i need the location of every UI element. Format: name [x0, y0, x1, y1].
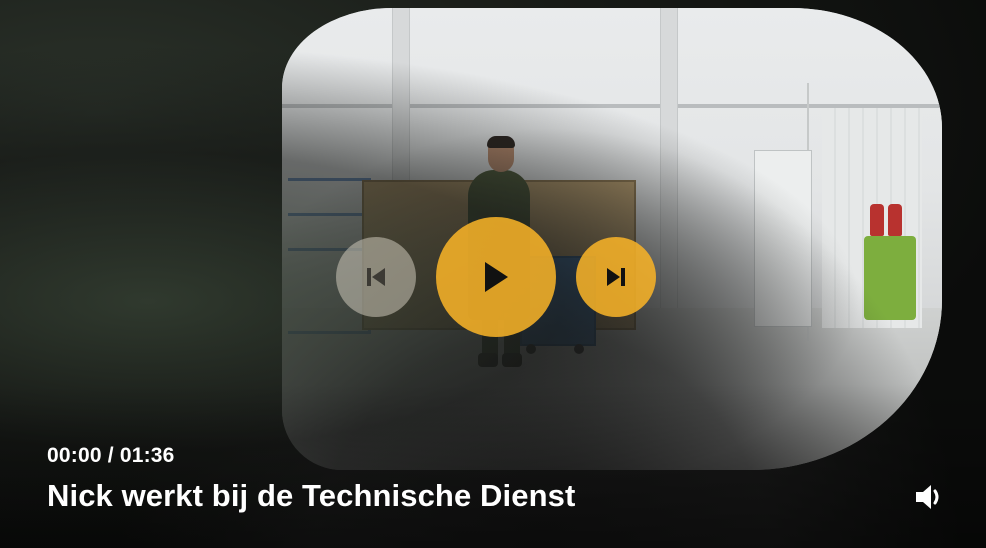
playback-time: 00:00 / 01:36 — [47, 444, 175, 468]
time-separator: / — [101, 444, 120, 467]
volume-icon — [914, 483, 944, 511]
previous-button[interactable] — [336, 237, 416, 317]
duration: 01:36 — [119, 444, 175, 467]
current-time: 00:00 — [47, 444, 102, 467]
skip-previous-icon — [365, 266, 387, 288]
video-title: Nick werkt bij de Technische Dienst — [47, 478, 576, 513]
video-player[interactable]: 00:00 / 01:36 Nick werkt bij de Technisc… — [0, 0, 986, 548]
skip-next-icon — [605, 266, 627, 288]
play-icon — [483, 261, 509, 293]
play-button[interactable] — [436, 217, 556, 337]
next-button[interactable] — [576, 237, 656, 317]
volume-button[interactable] — [912, 480, 946, 514]
